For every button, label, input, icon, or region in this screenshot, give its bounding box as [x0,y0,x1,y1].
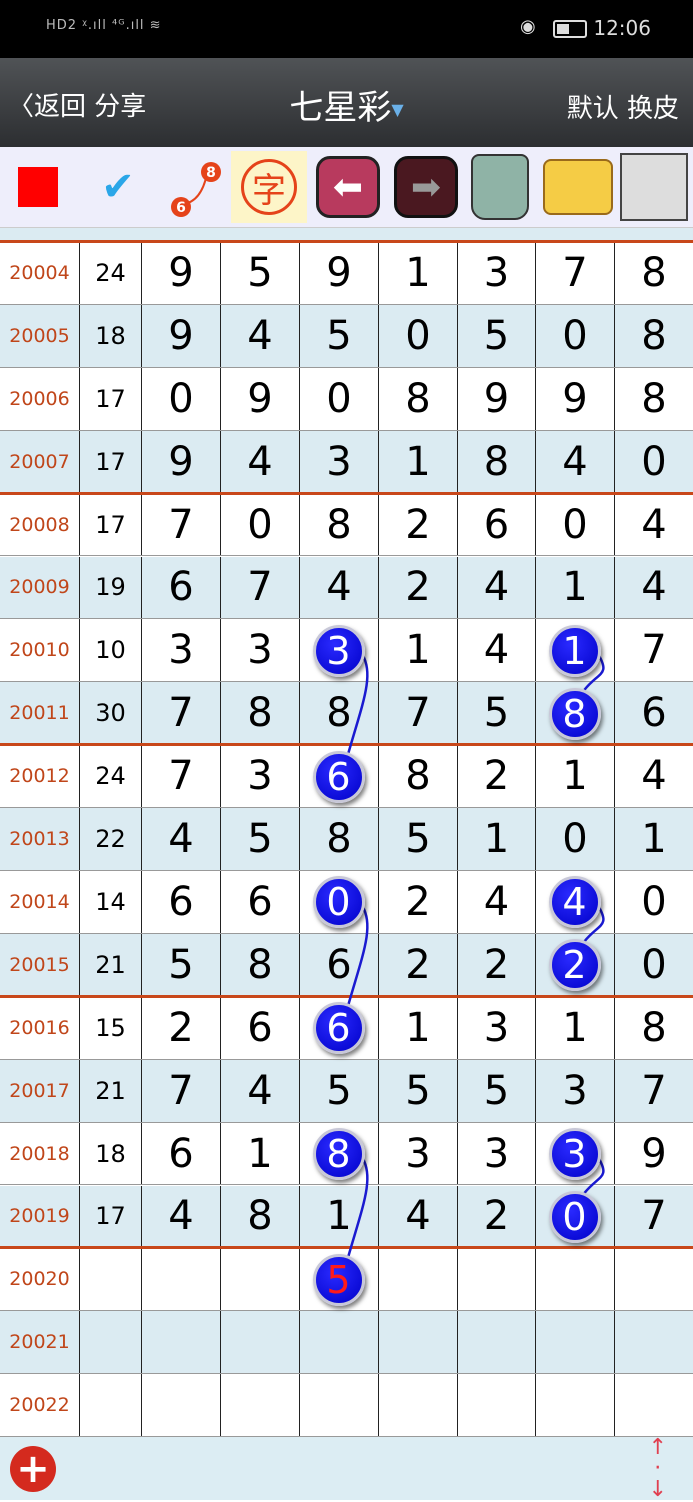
connect-button[interactable]: 68 [158,151,234,223]
marked-ball[interactable]: 8 [312,1128,365,1181]
photo-folder-icon [543,159,613,215]
prediction-ball[interactable]: 5 [312,1253,365,1306]
floppy-disk-icon [620,153,688,221]
delete-button[interactable] [462,151,538,223]
footer-bar: + ↑ · ↓ [0,1437,693,1501]
arrow-left-icon: ⬅ [316,156,380,218]
open-button[interactable] [540,151,616,223]
marked-ball[interactable]: 6 [312,1002,365,1055]
checkmark-icon: ✔ [101,164,135,210]
signal-icons: HD2 ᵡ.ıll ⁴ᴳ.ıll ≋ [46,18,162,33]
default-button[interactable]: 默认 [567,94,619,124]
trash-icon [471,154,529,220]
connect-line-icon: 68 [171,162,221,217]
marked-ball[interactable]: 4 [548,876,601,929]
chevron-down-icon: ▼ [391,100,404,119]
add-icon[interactable]: + [10,1446,56,1492]
results-table: 20004 24 9 5 9 1 3 7 8 20005 18 9 4 5 0 5 0 8 20006 17 0 9 0 8 9… [0,228,693,1437]
page-title: 七星彩 [289,88,392,128]
marked-ball[interactable]: 3 [548,1128,601,1181]
status-bar: HD2 ᵡ.ıll ⁴ᴳ.ıll ≋ ◉ 12:06 [0,0,693,58]
red-square-icon [18,167,58,207]
arrow-right-icon: ➡ [394,156,458,218]
red-square-button[interactable] [0,151,76,223]
zi-icon: 字 [241,159,297,215]
svg-text:8: 8 [206,165,216,181]
nav-bar: 〈返回 分享 七星彩▼ 默认 换皮 [0,58,693,147]
skin-button[interactable]: 换皮 [627,94,679,124]
previous-button[interactable]: ⬅ [310,151,386,223]
character-button[interactable]: 字 [231,151,307,223]
svg-text:6: 6 [176,200,186,216]
marked-ball[interactable]: 1 [548,624,601,677]
eye-icon: ◉ [520,16,536,37]
marked-ball[interactable]: 2 [548,939,601,992]
toolbar: ✔ 68 字 ⬅ ➡ [0,147,693,228]
marked-ball[interactable]: 3 [312,624,365,677]
marked-ball[interactable]: 0 [312,876,365,929]
next-button[interactable]: ➡ [388,151,464,223]
save-button[interactable] [616,151,692,223]
marked-ball[interactable]: 8 [548,687,601,740]
check-button[interactable]: ✔ [80,151,156,223]
marked-ball[interactable]: 6 [312,750,365,803]
battery-icon [553,20,587,38]
scroll-updown-icon[interactable]: ↑ · ↓ [649,1437,667,1501]
clock: 12:06 [593,16,651,40]
marked-ball[interactable]: 0 [548,1190,601,1243]
